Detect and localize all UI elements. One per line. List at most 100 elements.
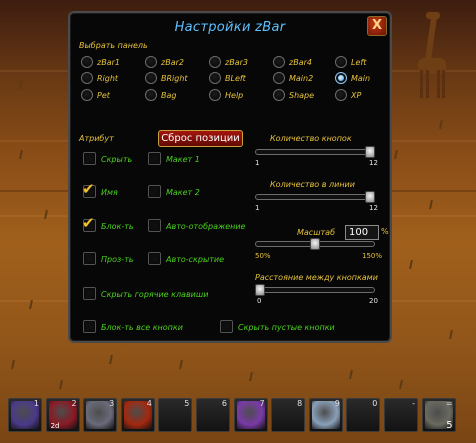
name-label: Имя xyxy=(101,188,118,197)
slot-hotkey: 5 xyxy=(184,399,190,408)
transparency-checkbox[interactable] xyxy=(83,252,96,265)
radio-zbar3[interactable] xyxy=(209,56,221,68)
lock-all-checkbox[interactable] xyxy=(83,320,96,333)
grass-tuft xyxy=(399,379,403,390)
radio-zbar4[interactable] xyxy=(273,56,285,68)
action-slot-10[interactable]: 0 xyxy=(346,398,381,432)
radio-label-zbar3: zBar3 xyxy=(225,58,248,67)
transparency-label: Проз-ть xyxy=(101,255,134,264)
grass-tuft xyxy=(394,149,398,160)
panel-select-label: Выбрать панель xyxy=(79,41,148,50)
radio-label-bleft: BLeft xyxy=(225,74,246,83)
auto-show-checkbox[interactable] xyxy=(148,219,161,232)
layout2-checkbox[interactable] xyxy=(148,185,161,198)
radio-left[interactable] xyxy=(335,56,347,68)
grass-tuft xyxy=(19,149,23,160)
scale-label: Масштаб xyxy=(297,228,336,237)
lock-checkbox[interactable] xyxy=(82,214,96,232)
grass-tuft xyxy=(429,199,433,210)
button-count-min: 1 xyxy=(255,159,260,167)
reset-position-button[interactable]: Сброс позиции xyxy=(158,130,243,147)
button-count-label: Количество кнопок xyxy=(270,134,352,143)
radio-label-zbar1: zBar1 xyxy=(97,58,120,67)
action-slot-5[interactable]: 5 xyxy=(158,398,193,432)
button-count-max: 12 xyxy=(369,159,378,167)
action-slot-2[interactable]: 2 2d xyxy=(45,398,80,432)
slot-hotkey: 7 xyxy=(259,399,265,408)
radio-pet[interactable] xyxy=(81,89,93,101)
hide-hotkeys-checkbox[interactable] xyxy=(83,287,96,300)
grass-tuft xyxy=(109,354,113,365)
slot-item-count: 5 xyxy=(446,420,453,431)
per-line-label: Количество в линии xyxy=(270,180,355,189)
spacing-slider[interactable] xyxy=(255,287,375,293)
slot-cooldown-text: 2d xyxy=(50,422,60,430)
radio-zbar2[interactable] xyxy=(145,56,157,68)
hide-hotkeys-label: Скрыть горячие клавиши xyxy=(101,290,209,299)
spacing-max: 20 xyxy=(369,297,378,305)
scale-thumb[interactable] xyxy=(310,238,320,250)
action-slot-12[interactable]: = 5 xyxy=(421,398,456,432)
radio-bag[interactable] xyxy=(145,89,157,101)
radio-label-left: Left xyxy=(351,58,367,67)
radio-label-zbar4: zBar4 xyxy=(289,58,312,67)
grass-tuft xyxy=(11,359,15,370)
per-line-thumb[interactable] xyxy=(365,191,375,203)
slot-hotkey: 0 xyxy=(372,399,378,408)
radio-label-help: Help xyxy=(225,91,244,100)
slot-hotkey: 9 xyxy=(334,399,340,408)
button-count-thumb[interactable] xyxy=(365,146,375,158)
giraffe-creature[interactable] xyxy=(410,8,456,100)
action-slot-9[interactable]: 9 xyxy=(308,398,343,432)
hide-empty-checkbox[interactable] xyxy=(220,320,233,333)
radio-bleft[interactable] xyxy=(209,72,221,84)
button-count-slider[interactable] xyxy=(255,149,375,155)
radio-label-bag: Bag xyxy=(161,91,177,100)
action-slot-4[interactable]: 4 xyxy=(120,398,155,432)
grass-tuft xyxy=(179,359,183,370)
auto-hide-checkbox[interactable] xyxy=(148,252,161,265)
radio-main2[interactable] xyxy=(273,72,285,84)
radio-label-zbar2: zBar2 xyxy=(161,58,184,67)
auto-hide-label: Авто-скрытие xyxy=(166,255,225,264)
action-slot-8[interactable]: 8 xyxy=(271,398,306,432)
radio-right[interactable] xyxy=(81,72,93,84)
zbar-settings-dialog: Настройки zBar X Выбрать панель zBar1 zBa… xyxy=(68,11,392,343)
slot-hotkey: = xyxy=(445,399,453,408)
radio-label-xp: XP xyxy=(351,91,362,100)
radio-help[interactable] xyxy=(209,89,221,101)
spacing-min: 0 xyxy=(257,297,262,305)
radio-main[interactable] xyxy=(335,72,347,84)
per-line-min: 1 xyxy=(255,204,260,212)
lock-all-label: Блок-ть все кнопки xyxy=(101,323,183,332)
layout1-label: Макет 1 xyxy=(166,155,200,164)
name-checkbox[interactable] xyxy=(82,180,96,198)
spacing-label: Расстояние между кнопками xyxy=(255,273,378,282)
scale-input[interactable]: 100 xyxy=(345,225,379,240)
grass-tuft xyxy=(439,119,443,130)
radio-xp[interactable] xyxy=(335,89,347,101)
radio-bright[interactable] xyxy=(145,72,157,84)
action-slot-6[interactable]: 6 xyxy=(196,398,230,432)
slot-hotkey: 4 xyxy=(146,399,152,408)
slot-hotkey: 3 xyxy=(109,399,115,408)
grass-tuft xyxy=(19,79,23,90)
radio-zbar1[interactable] xyxy=(81,56,93,68)
auto-show-label: Авто-отображение xyxy=(166,222,246,231)
action-slot-11[interactable]: - xyxy=(384,398,418,432)
per-line-slider[interactable] xyxy=(255,194,375,200)
scale-min: 50% xyxy=(255,252,271,260)
radio-label-shape: Shape xyxy=(289,91,315,100)
dialog-title: Настройки zBar xyxy=(174,20,286,35)
hide-checkbox[interactable] xyxy=(83,152,96,165)
radio-label-bright: BRight xyxy=(161,74,188,83)
action-slot-3[interactable]: 3 xyxy=(83,398,118,432)
lock-label: Блок-ть xyxy=(101,222,134,231)
layout1-checkbox[interactable] xyxy=(148,152,161,165)
spacing-thumb[interactable] xyxy=(255,284,265,296)
radio-label-main2: Main2 xyxy=(289,74,314,83)
close-button[interactable]: X xyxy=(367,16,387,36)
action-slot-7[interactable]: 7 xyxy=(233,398,268,432)
radio-shape[interactable] xyxy=(273,89,285,101)
action-slot-1[interactable]: 1 xyxy=(8,398,42,432)
